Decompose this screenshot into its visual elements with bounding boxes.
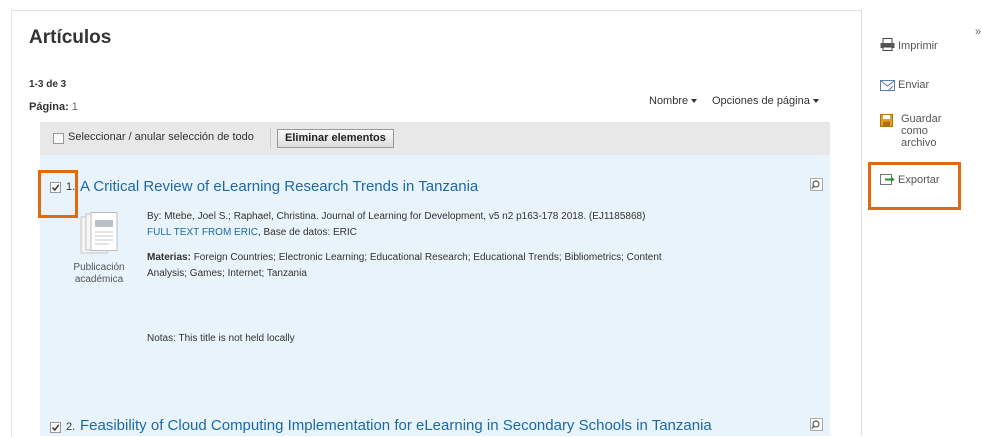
check-icon bbox=[51, 424, 60, 432]
result-1-source: FULL TEXT FROM ERIC, Base de datos: ERIC bbox=[147, 227, 357, 238]
result-1-subjects-cont: Analysis; Games; Internet; Tanzania bbox=[147, 268, 307, 279]
database-label: , Base de datos: ERIC bbox=[257, 227, 357, 238]
result-2-number: 2. bbox=[66, 421, 76, 433]
print-icon bbox=[880, 38, 895, 51]
result-1-title-link[interactable]: A Critical Review of eLearning Research … bbox=[80, 178, 478, 195]
preview-magnifier-icon[interactable] bbox=[810, 178, 823, 191]
page-options-dropdown[interactable]: Opciones de página bbox=[712, 95, 819, 107]
save-label-3: archivo bbox=[901, 137, 937, 149]
sort-label: Nombre bbox=[649, 95, 689, 107]
result-count: 1-3 de 3 bbox=[29, 79, 67, 90]
save-icon bbox=[880, 114, 893, 127]
checkbox-highlight-box bbox=[38, 170, 78, 218]
publication-type-line2: académica bbox=[74, 274, 124, 285]
page-label: Página: bbox=[29, 101, 69, 113]
academic-journal-icon bbox=[80, 212, 118, 254]
chevron-down-icon bbox=[691, 99, 698, 104]
result-1-notes: Notas: This title is not held locally bbox=[147, 333, 295, 344]
result-1-subjects: Materias: Foreign Countries; Electronic … bbox=[147, 252, 662, 263]
publication-type: Publicación académica bbox=[72, 262, 126, 286]
page-options-label: Opciones de página bbox=[712, 95, 810, 107]
subjects-label: Materias: bbox=[147, 252, 191, 263]
subjects-text: Foreign Countries; Electronic Learning; … bbox=[193, 252, 662, 263]
remove-items-button[interactable]: Eliminar elementos bbox=[277, 129, 394, 148]
print-link[interactable]: Imprimir bbox=[898, 40, 938, 52]
collapse-sidebar-icon[interactable]: » bbox=[975, 26, 981, 38]
result-1-byline: By: Mtebe, Joel S.; Raphael, Christina. … bbox=[147, 211, 646, 222]
save-link[interactable]: Guardar como archivo bbox=[901, 113, 941, 149]
preview-magnifier-icon[interactable] bbox=[810, 418, 823, 431]
select-all-label[interactable]: Seleccionar / anular selección de todo bbox=[68, 131, 254, 143]
export-highlight-box bbox=[868, 162, 961, 210]
save-label-1: Guardar bbox=[901, 113, 942, 125]
save-label-2: como bbox=[901, 125, 928, 137]
email-link[interactable]: Enviar bbox=[898, 79, 929, 91]
result-2-checkbox[interactable] bbox=[50, 422, 61, 433]
page-number[interactable]: 1 bbox=[72, 101, 78, 113]
sort-dropdown[interactable]: Nombre bbox=[649, 95, 698, 107]
email-icon bbox=[880, 80, 895, 92]
full-text-link[interactable]: FULL TEXT FROM ERIC bbox=[147, 227, 258, 238]
tools-sidebar bbox=[861, 10, 972, 436]
results-list bbox=[40, 155, 830, 436]
toolbar-divider bbox=[270, 128, 271, 148]
chevron-down-icon bbox=[812, 99, 819, 104]
page-indicator: Página: 1 bbox=[29, 101, 78, 113]
publication-type-line1: Publicación bbox=[73, 262, 125, 273]
select-all-checkbox[interactable] bbox=[53, 133, 64, 144]
result-2-title-link[interactable]: Feasibility of Cloud Computing Implement… bbox=[80, 417, 712, 434]
page-title: Artículos bbox=[29, 27, 112, 48]
